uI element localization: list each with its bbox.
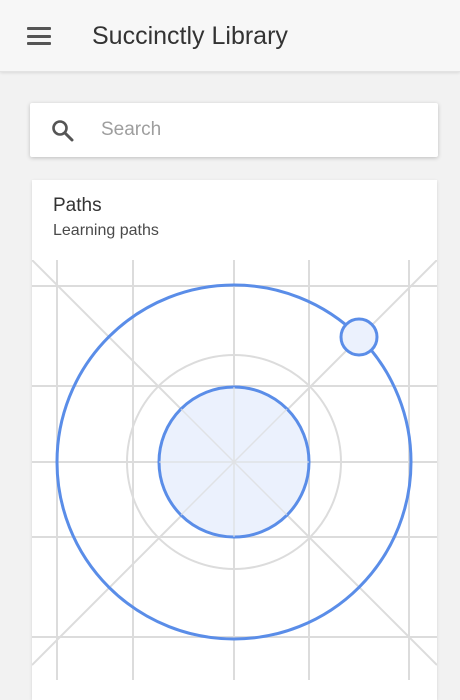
paths-card[interactable]: Paths Learning paths (32, 180, 437, 700)
app-bar: Succinctly Library (0, 0, 460, 72)
satellite-circle (339, 317, 379, 357)
menu-button[interactable] (16, 16, 62, 56)
hamburger-menu-icon (27, 27, 51, 45)
card-title: Paths (53, 195, 102, 216)
orbit-logo-illustration (32, 260, 437, 680)
search-input[interactable] (101, 108, 421, 152)
search-icon[interactable] (49, 117, 77, 145)
app-title: Succinctly Library (92, 22, 288, 50)
card-subtitle: Learning paths (53, 222, 159, 239)
